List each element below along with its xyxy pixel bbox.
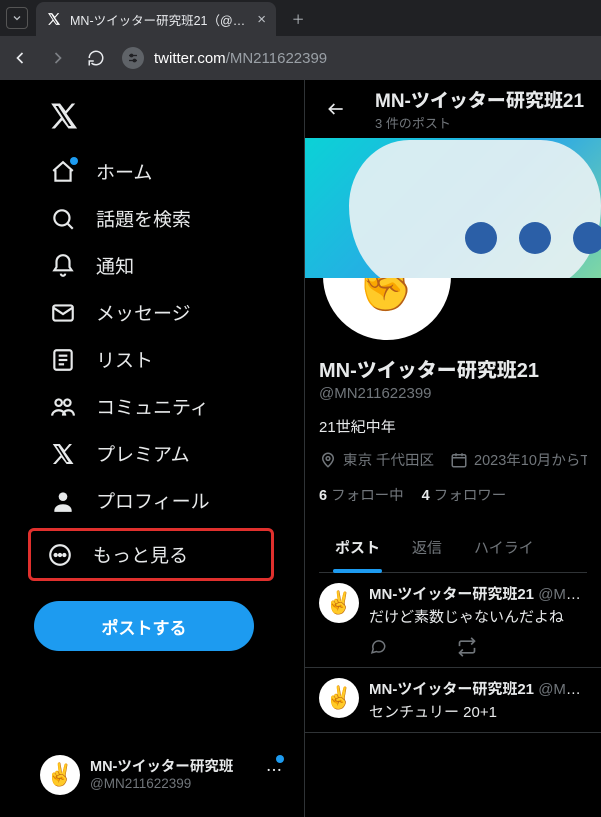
more-circle-icon	[47, 542, 73, 568]
sidebar-item-label: 話題を検索	[96, 205, 191, 232]
notification-dot	[276, 755, 284, 763]
main-column: MN-ツイッター研究班21 3 件のポスト ✌️ MN-ツイッター研究班21 @…	[304, 80, 601, 817]
tweet-author-handle: @MN21	[538, 681, 587, 698]
sidebar-item-label: プロフィール	[96, 487, 210, 514]
x-icon	[50, 441, 76, 467]
profile-icon	[50, 488, 76, 514]
search-icon	[50, 206, 76, 232]
list-icon	[50, 347, 76, 373]
sidebar-item-home[interactable]: ホーム	[34, 148, 304, 195]
profile-handle: @MN211622399	[319, 385, 587, 402]
sidebar-item-label: プレミアム	[96, 440, 190, 467]
communities-icon	[50, 394, 76, 420]
profile-tabs: ポスト返信ハイライ	[319, 523, 587, 573]
post-button[interactable]: ポストする	[34, 601, 254, 651]
browser-tab[interactable]: MN-ツイッター研究班21（@MN2 ×	[36, 2, 276, 36]
sidebar-item-lists[interactable]: リスト	[34, 336, 304, 383]
bell-icon	[50, 253, 76, 279]
profile-banner[interactable]	[305, 138, 601, 278]
sidebar-item-communities[interactable]: コミュニティ	[34, 383, 304, 430]
profile-name: MN-ツイッター研究班21	[319, 354, 587, 383]
x-logo[interactable]	[38, 90, 90, 142]
avatar: ✌️	[40, 755, 80, 795]
tab-highlights[interactable]: ハイライ	[458, 523, 550, 572]
sidebar-item-messages[interactable]: メッセージ	[34, 289, 304, 336]
tweet-text: だけど素数じゃないんだよね	[369, 606, 587, 627]
tweet-text: センチュリー 20+1	[369, 701, 587, 722]
back-button[interactable]	[319, 92, 353, 126]
reload-button[interactable]	[84, 46, 108, 70]
profile-bio: 21世紀中年	[319, 416, 587, 437]
sidebar-item-label: もっと見る	[93, 541, 188, 568]
sidebar-item-notifications[interactable]: 通知	[34, 242, 304, 289]
browser-toolbar: twitter.com/MN211622399	[0, 36, 601, 80]
followers-link[interactable]: 4 フォロワー	[422, 484, 507, 505]
browser-tab-strip: MN-ツイッター研究班21（@MN2 × ＋	[0, 0, 601, 36]
account-name: MN-ツイッター研究班	[90, 758, 233, 776]
nav-back-button[interactable]	[8, 46, 32, 70]
page-title: MN-ツイッター研究班21	[375, 86, 584, 113]
sidebar-item-label: メッセージ	[96, 299, 191, 326]
tweet-author-name[interactable]: MN-ツイッター研究班21	[369, 586, 534, 603]
tweet[interactable]: ✌️ MN-ツイッター研究班21 @MN21 センチュリー 20+1	[305, 668, 601, 733]
tweet[interactable]: ✌️ MN-ツイッター研究班21 @MN21 だけど素数じゃないんだよね	[305, 573, 601, 668]
tweet-author-name[interactable]: MN-ツイッター研究班21	[369, 681, 534, 698]
sidebar-item-premium[interactable]: プレミアム	[34, 430, 304, 477]
avatar[interactable]: ✌️	[319, 583, 359, 623]
profile-location: 東京 千代田区	[319, 449, 434, 470]
tab-posts[interactable]: ポスト	[319, 523, 396, 572]
close-icon[interactable]: ×	[257, 11, 266, 28]
sidebar-item-label: コミュニティ	[96, 393, 209, 420]
tweet-author-handle: @MN21	[538, 586, 587, 603]
sidebar: ホーム話題を検索通知メッセージリストコミュニティプレミアムプロフィールもっと見る…	[0, 80, 304, 817]
sidebar-item-more[interactable]: もっと見る	[31, 531, 271, 578]
profile-header-bar: MN-ツイッター研究班21 3 件のポスト	[305, 80, 601, 138]
browser-tab-title: MN-ツイッター研究班21（@MN2	[70, 10, 249, 29]
account-handle: @MN211622399	[90, 776, 233, 793]
post-count: 3 件のポスト	[375, 113, 584, 132]
tab-replies[interactable]: 返信	[396, 523, 458, 572]
sidebar-item-label: ホーム	[96, 158, 152, 185]
notification-dot	[70, 157, 78, 165]
sidebar-item-profile[interactable]: プロフィール	[34, 477, 304, 524]
x-icon	[46, 11, 62, 27]
tab-search-dropdown[interactable]	[6, 7, 28, 29]
avatar[interactable]: ✌️	[319, 678, 359, 718]
sidebar-item-explore[interactable]: 話題を検索	[34, 195, 304, 242]
address-bar[interactable]: twitter.com/MN211622399	[122, 47, 327, 69]
url-text: twitter.com/MN211622399	[154, 50, 327, 67]
nav-forward-button[interactable]	[46, 46, 70, 70]
sidebar-item-label: 通知	[96, 252, 134, 279]
account-switcher[interactable]: ✌️ MN-ツイッター研究班 @MN211622399 ⋯	[30, 747, 292, 803]
site-info-icon[interactable]	[122, 47, 144, 69]
reply-icon[interactable]	[369, 637, 387, 657]
home-icon	[50, 159, 76, 185]
mail-icon	[50, 300, 76, 326]
retweet-icon[interactable]	[457, 637, 477, 657]
new-tab-button[interactable]: ＋	[284, 4, 312, 32]
sidebar-item-label: リスト	[96, 346, 153, 373]
following-link[interactable]: 6 フォロー中	[319, 484, 404, 505]
profile-join-date: 2023年10月からTw	[450, 449, 587, 470]
